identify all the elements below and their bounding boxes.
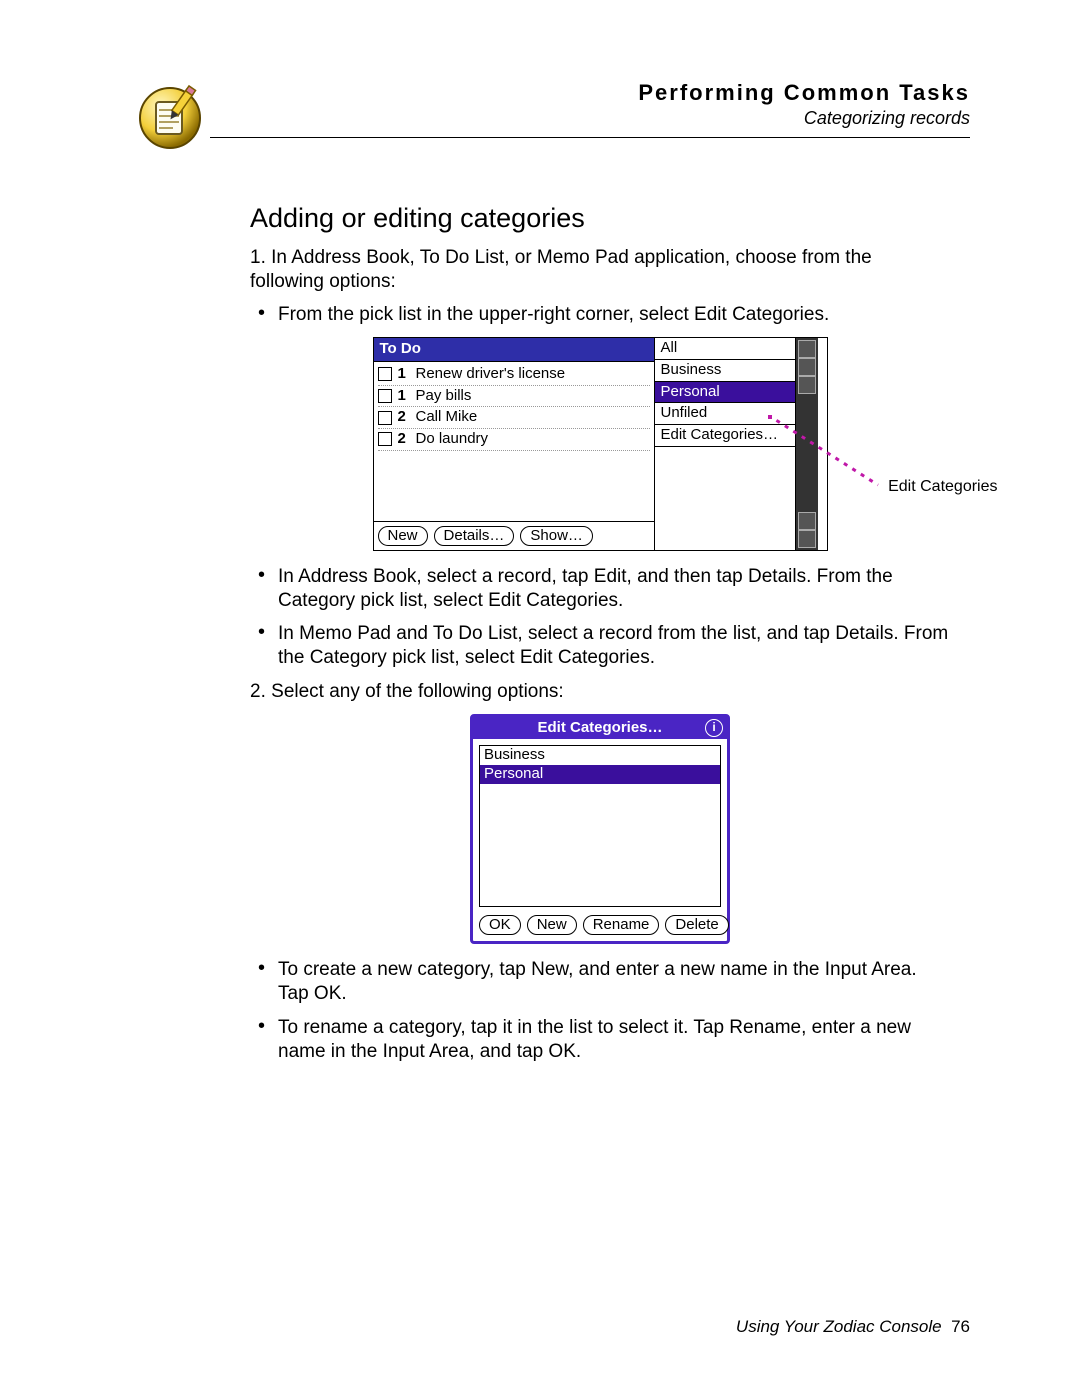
step-1: 1. In Address Book, To Do List, or Memo …	[250, 246, 950, 294]
picklist-item-all[interactable]: All	[655, 338, 795, 360]
checkbox-icon[interactable]	[378, 432, 392, 446]
heading: Adding or editing categories	[250, 202, 950, 236]
checkbox-icon[interactable]	[378, 389, 392, 403]
step-1-bullet-b: In Address Book, select a record, tap Ed…	[278, 565, 950, 613]
picklist-item-edit-categories[interactable]: Edit Categories…	[655, 425, 795, 447]
info-icon[interactable]: i	[705, 719, 723, 737]
figure-todo-picklist: To Do 1 Renew driver's license 1 Pay bil…	[373, 337, 828, 551]
step-1-intro: In Address Book, To Do List, or Memo Pad…	[250, 247, 872, 292]
scroll-down-icon[interactable]	[798, 530, 816, 548]
category-row-business[interactable]: Business	[480, 746, 720, 765]
step-2-bullet-a: To create a new category, tap New, and e…	[278, 958, 950, 1006]
app-icon	[130, 80, 210, 152]
home-icon[interactable]	[798, 340, 816, 358]
step-1-bullet-a: From the pick list in the upper-right co…	[278, 303, 950, 327]
dialog-title-text: Edit Categories…	[537, 719, 662, 736]
todo-text: Renew driver's license	[416, 365, 566, 384]
chapter-title: Performing Common Tasks	[210, 80, 970, 106]
delete-button[interactable]: Delete	[665, 915, 728, 935]
todo-text: Do laundry	[416, 430, 489, 449]
dialog-title: Edit Categories… i	[473, 717, 727, 740]
todo-item[interactable]: 2 Call Mike	[378, 407, 650, 429]
step-1-num: 1.	[250, 247, 266, 268]
ok-button[interactable]: OK	[479, 915, 521, 935]
menu-icon[interactable]	[798, 358, 816, 376]
dot-icon[interactable]	[798, 376, 816, 394]
figure-edit-categories-dialog: Edit Categories… i Business Personal OK …	[470, 714, 730, 945]
new-button[interactable]: New	[527, 915, 577, 935]
step-2-intro: Select any of the following options:	[271, 681, 564, 702]
callout-edit-categories: Edit Categories	[888, 477, 997, 497]
show-button[interactable]: Show…	[520, 526, 593, 546]
picklist-item-business[interactable]: Business	[655, 360, 795, 382]
todo-text: Pay bills	[416, 387, 472, 406]
todo-priority: 2	[398, 430, 410, 449]
page-header: Performing Common Tasks Categorizing rec…	[130, 80, 970, 152]
step-2-num: 2.	[250, 681, 266, 702]
section-subtitle: Categorizing records	[210, 108, 970, 129]
picklist-item-unfiled[interactable]: Unfiled	[655, 403, 795, 425]
todo-priority: 1	[398, 387, 410, 406]
checkbox-icon[interactable]	[378, 367, 392, 381]
todo-priority: 2	[398, 408, 410, 427]
todo-item[interactable]: 1 Renew driver's license	[378, 364, 650, 386]
step-2: 2. Select any of the following options:	[250, 680, 950, 704]
todo-priority: 1	[398, 365, 410, 384]
scroll-up-icon[interactable]	[798, 512, 816, 530]
todo-list: 1 Renew driver's license 1 Pay bills 2 C…	[374, 362, 654, 521]
new-button[interactable]: New	[378, 526, 428, 546]
details-button[interactable]: Details…	[434, 526, 515, 546]
step-1-bullet-c: In Memo Pad and To Do List, select a rec…	[278, 622, 950, 670]
todo-item[interactable]: 2 Do laundry	[378, 429, 650, 451]
page-number: 76	[951, 1317, 970, 1336]
footer-book-title: Using Your Zodiac Console	[736, 1317, 942, 1336]
todo-window-title: To Do	[374, 338, 654, 362]
sidebar-icons	[795, 338, 818, 550]
todo-item[interactable]: 1 Pay bills	[378, 386, 650, 408]
rename-button[interactable]: Rename	[583, 915, 660, 935]
checkbox-icon[interactable]	[378, 411, 392, 425]
category-row-personal[interactable]: Personal	[480, 765, 720, 784]
step-2-bullet-b: To rename a category, tap it in the list…	[278, 1016, 950, 1064]
page-footer: Using Your Zodiac Console 76	[736, 1317, 970, 1337]
category-list[interactable]: Business Personal	[479, 745, 721, 907]
category-picklist[interactable]: All Business Personal Unfiled Edit Categ…	[654, 338, 795, 550]
todo-text: Call Mike	[416, 408, 478, 427]
picklist-item-personal[interactable]: Personal	[655, 382, 795, 404]
